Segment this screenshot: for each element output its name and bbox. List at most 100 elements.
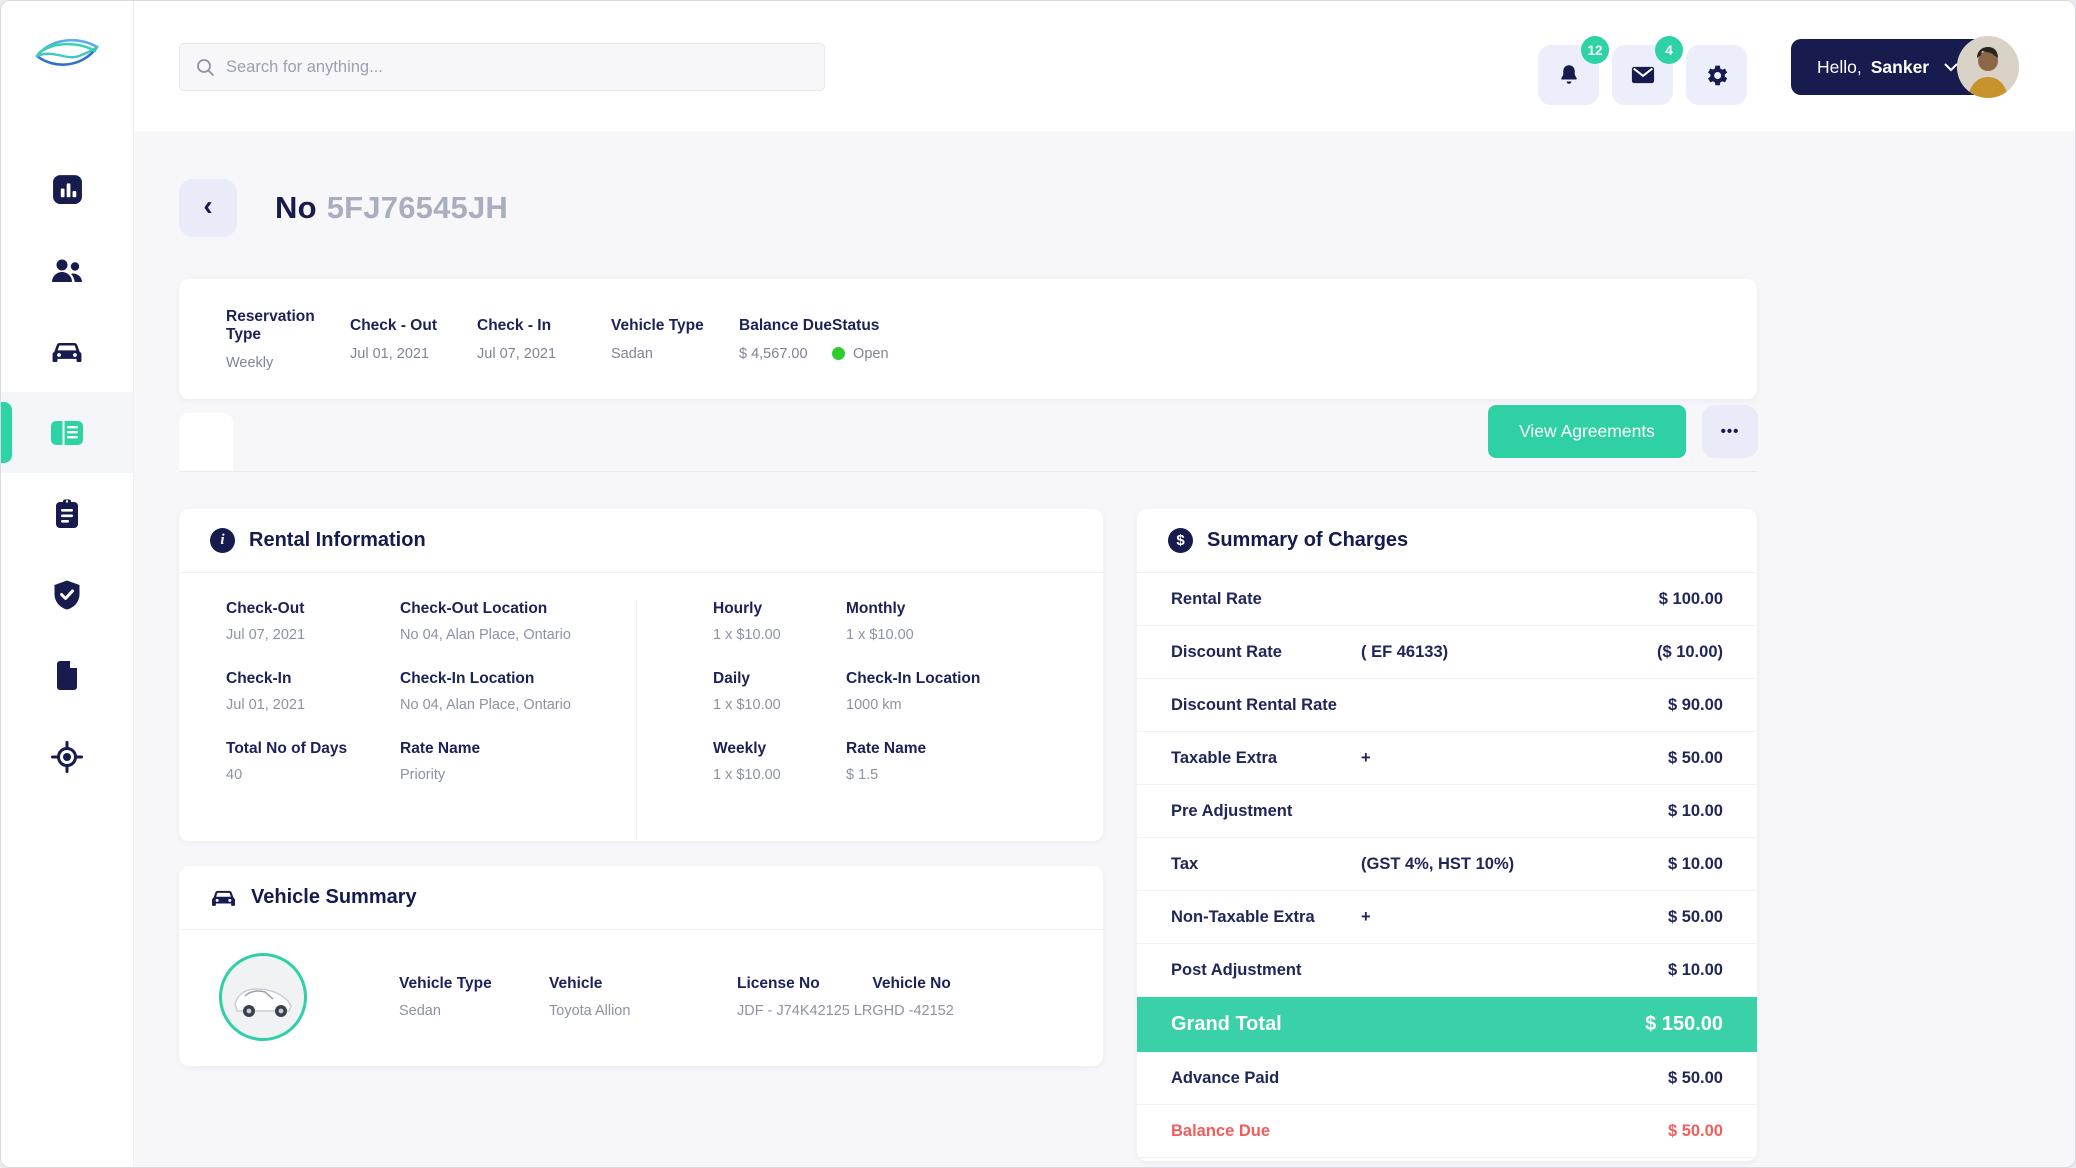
vehicle-summary-card: Vehicle Summary Vehicle Type Sedan Vehic… (179, 866, 1103, 1066)
vehicle-summary-field: License No JDF - J74K42125 LR (737, 975, 872, 1019)
app-window: 12 4 Hello, Sanker (0, 0, 2076, 1168)
tab[interactable] (449, 413, 503, 471)
clipboard-icon (53, 498, 81, 530)
charge-row: Post Adjustment $ 10.00 (1137, 944, 1757, 997)
vehicle-photo (219, 953, 307, 1041)
charges-list: Rental Rate $ 100.00 Discount Rate ( EF … (1137, 573, 1757, 1158)
more-options-button[interactable]: ••• (1702, 405, 1758, 458)
tab[interactable] (611, 413, 665, 471)
status-dot-icon (832, 347, 845, 360)
rental-info-field: Rate Name Priority (400, 740, 636, 783)
car-icon (210, 887, 237, 909)
gear-icon (1703, 62, 1730, 89)
ellipsis-icon: ••• (1721, 423, 1740, 440)
sidebar-item-reservations[interactable] (1, 392, 133, 473)
rental-info-field: Hourly 1 x $10.00 (713, 600, 846, 643)
bar-chart-icon (51, 173, 84, 206)
reservation-info-field: Status Open (832, 317, 888, 362)
greeting-text: Hello, (1817, 57, 1862, 78)
charge-row: Non-Taxable Extra + $ 50.00 (1137, 891, 1757, 944)
users-icon (50, 257, 84, 285)
mail-icon (1629, 61, 1657, 89)
page-header: ‹ No 5FJ76545JH (179, 179, 508, 237)
charge-row: Rental Rate $ 100.00 (1137, 573, 1757, 626)
summary-of-charges-title: Summary of Charges (1207, 529, 1408, 552)
rental-info-field: Rate Name $ 1.5 (846, 740, 1103, 783)
charge-row: Pre Adjustment $ 10.00 (1137, 785, 1757, 838)
sidebar-item-tracking[interactable] (1, 716, 133, 797)
rental-information-body: Check-Out Jul 07, 2021 Check-Out Locatio… (179, 573, 1103, 840)
search-icon (196, 58, 215, 77)
rental-info-field: Check-Out Location No 04, Alan Place, On… (400, 600, 636, 643)
rental-info-field: Weekly 1 x $10.00 (713, 740, 846, 783)
tab[interactable] (287, 413, 341, 471)
tab[interactable] (395, 413, 449, 471)
vehicle-summary-body: Vehicle Type Sedan Vehicle Toyota Allion… (179, 930, 1103, 1064)
vehicle-summary-field: Vehicle Toyota Allion (549, 975, 737, 1019)
settings-button[interactable] (1686, 45, 1747, 105)
vehicle-summary-title: Vehicle Summary (251, 886, 417, 909)
reservation-info-field: Vehicle Type Sadan (611, 317, 739, 362)
bell-icon (1556, 62, 1582, 89)
top-bar: 12 4 Hello, Sanker (134, 1, 2075, 131)
info-icon: i (210, 528, 235, 553)
rental-info-field: Check-In Location No 04, Alan Place, Ont… (400, 670, 636, 713)
reservation-info-field: Check - In Jul 07, 2021 (477, 317, 611, 362)
reservation-info-card: Reservation Type Weekly Check - Out Jul … (179, 279, 1757, 399)
tab[interactable] (341, 413, 395, 471)
charge-row: Discount Rate ( EF 46133) ($ 10.00) (1137, 626, 1757, 679)
back-button[interactable]: ‹ (179, 179, 237, 237)
rental-information-header: i Rental Information (179, 509, 1103, 573)
vehicle-summary-field: Vehicle Type Sedan (399, 975, 549, 1019)
sidebar-item-dashboard[interactable] (1, 149, 133, 230)
rental-info-field: Check-In Location 1000 km (846, 670, 1103, 713)
sidebar-item-documents[interactable] (1, 635, 133, 716)
rental-info-right: Hourly 1 x $10.00 Monthly 1 x $10.00 Dai… (636, 600, 1103, 840)
sidebar-nav (1, 149, 133, 797)
avatar[interactable] (1957, 36, 2019, 98)
shield-check-icon (52, 579, 82, 611)
reservation-info-field: Reservation Type Weekly (226, 308, 350, 371)
sidebar-item-vehicles[interactable] (1, 311, 133, 392)
header-actions: 12 4 (1538, 45, 1747, 105)
rental-info-field: Monthly 1 x $10.00 (846, 600, 1103, 643)
car-icon (50, 338, 84, 366)
reservation-info-field: Check - Out Jul 01, 2021 (350, 317, 477, 362)
notifications-button[interactable]: 12 (1538, 45, 1599, 105)
tab[interactable] (557, 413, 611, 471)
notification-badge: 12 (1581, 36, 1609, 64)
summary-of-charges-card: $ Summary of Charges Rental Rate $ 100.0… (1137, 509, 1757, 1161)
page-title: No 5FJ76545JH (275, 190, 508, 226)
messages-button[interactable]: 4 (1612, 45, 1673, 105)
target-icon (51, 741, 83, 773)
tab[interactable] (503, 413, 557, 471)
reservation-info-field: Balance Due $ 4,567.00 (739, 317, 832, 362)
view-agreements-button[interactable]: View Agreements (1488, 405, 1686, 458)
search-box[interactable] (179, 43, 825, 91)
vehicle-summary-field: Vehicle No GHD -42152 (872, 975, 953, 1019)
sidebar-item-bookings[interactable] (1, 473, 133, 554)
rental-info-field: Check-Out Jul 07, 2021 (226, 600, 400, 643)
sidebar (1, 1, 134, 1167)
reservation-card-icon (49, 418, 85, 448)
charge-row: Taxable Extra + $ 50.00 (1137, 732, 1757, 785)
rental-info-field: Total No of Days 40 (226, 740, 400, 783)
summary-of-charges-header: $ Summary of Charges (1137, 509, 1757, 573)
tab[interactable] (179, 413, 233, 471)
charge-row: Grand Total $ 150.00 (1137, 997, 1757, 1052)
dollar-icon: $ (1168, 528, 1193, 553)
reservation-number: 5FJ76545JH (327, 190, 508, 225)
sidebar-item-insurance[interactable] (1, 554, 133, 635)
charge-row: Discount Rental Rate $ 90.00 (1137, 679, 1757, 732)
tab[interactable] (233, 413, 287, 471)
page-title-prefix: No (275, 190, 317, 225)
rental-information-title: Rental Information (249, 529, 426, 552)
charge-row: Advance Paid $ 50.00 (1137, 1052, 1757, 1105)
vehicle-summary-header: Vehicle Summary (179, 866, 1103, 930)
search-input[interactable] (226, 58, 824, 77)
message-badge: 4 (1655, 36, 1683, 64)
sidebar-item-customers[interactable] (1, 230, 133, 311)
file-icon (54, 660, 80, 691)
charge-row: Balance Due $ 50.00 (1137, 1105, 1757, 1158)
brand-logo[interactable] (31, 29, 103, 77)
